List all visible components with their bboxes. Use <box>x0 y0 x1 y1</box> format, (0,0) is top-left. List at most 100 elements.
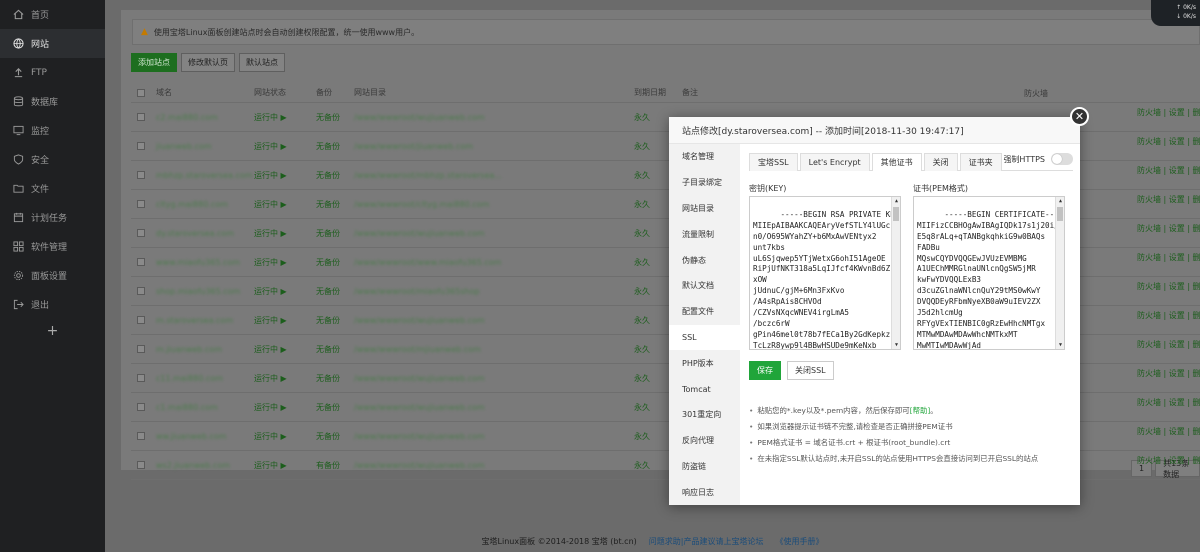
row-checkbox[interactable] <box>137 403 145 411</box>
row-checkbox[interactable] <box>137 287 145 295</box>
sidebar-item-7[interactable]: 计划任务 <box>0 203 105 232</box>
site-status-toggle[interactable]: 运行中 ▶ <box>254 170 316 181</box>
row-actions[interactable]: 防火墙 | 设置 | 删除 <box>1137 243 1200 272</box>
site-domain-link[interactable]: mbhzp.staroversea.com <box>156 171 254 180</box>
scroll-up-icon[interactable]: ▲ <box>1057 197 1064 205</box>
site-root-link[interactable]: /www/wwwroot/wujiuanweb.com <box>354 316 634 325</box>
row-checkbox[interactable] <box>137 345 145 353</box>
site-status-toggle[interactable]: 运行中 ▶ <box>254 402 316 413</box>
site-status-toggle[interactable]: 运行中 ▶ <box>254 460 316 471</box>
ssl-tab[interactable]: Let's Encrypt <box>799 153 870 171</box>
modal-menu-item[interactable]: 子目录绑定 <box>669 170 740 196</box>
ssl-tab[interactable]: 其他证书 <box>871 153 922 171</box>
row-checkbox[interactable] <box>137 258 145 266</box>
site-backup-link[interactable]: 无备份 <box>316 228 354 239</box>
key-textarea[interactable]: -----BEGIN RSA PRIVATE KEY----- MIIEpAIB… <box>749 196 901 350</box>
scroll-thumb[interactable] <box>893 207 899 221</box>
add-site-button[interactable]: 添加站点 <box>131 53 177 72</box>
site-domain-link[interactable]: dy.staroversea.com <box>156 229 254 238</box>
scroll-down-icon[interactable]: ▼ <box>1057 341 1064 349</box>
sidebar-item-4[interactable]: 监控 <box>0 116 105 145</box>
site-backup-link[interactable]: 无备份 <box>316 199 354 210</box>
site-backup-link[interactable]: 无备份 <box>316 373 354 384</box>
scroll-down-icon[interactable]: ▼ <box>893 341 900 349</box>
modal-menu-item[interactable]: 默认文档 <box>669 273 740 299</box>
sidebar-item-5[interactable]: 安全 <box>0 145 105 174</box>
row-actions[interactable]: 防火墙 | 设置 | 删除 <box>1137 301 1200 330</box>
footer-feedback-link[interactable]: 问题求助|产品建议请上宝塔论坛 <box>649 536 764 547</box>
sidebar-item-10[interactable]: 退出 <box>0 290 105 319</box>
row-actions[interactable]: 防火墙 | 设置 | 删除 <box>1137 214 1200 243</box>
row-checkbox[interactable] <box>137 432 145 440</box>
site-root-link[interactable]: /www/wwwroot/wujiuanweb.com <box>354 403 634 412</box>
site-status-toggle[interactable]: 运行中 ▶ <box>254 344 316 355</box>
modal-menu-item[interactable]: 网站目录 <box>669 196 740 222</box>
site-backup-link[interactable]: 无备份 <box>316 257 354 268</box>
row-actions[interactable]: 防火墙 | 设置 | 删除 <box>1137 446 1200 475</box>
modal-menu-item[interactable]: 配置文件 <box>669 299 740 325</box>
modal-menu-item[interactable]: 301重定向 <box>669 402 740 428</box>
site-root-link[interactable]: /www/wwwroot/wujiuanweb.com <box>354 113 634 122</box>
site-domain-link[interactable]: c1.mai880.com <box>156 403 254 412</box>
header-name[interactable]: 域名 <box>156 87 254 98</box>
row-actions[interactable]: 防火墙 | 设置 | 删除 <box>1137 156 1200 185</box>
scroll-thumb[interactable] <box>1057 207 1063 221</box>
site-status-toggle[interactable]: 运行中 ▶ <box>254 141 316 152</box>
row-actions[interactable]: 防火墙 | 设置 | 删除 <box>1137 330 1200 359</box>
modal-menu-item[interactable]: 流量限制 <box>669 221 740 247</box>
site-status-toggle[interactable]: 运行中 ▶ <box>254 286 316 297</box>
footer-manual-link[interactable]: 《使用手册》 <box>775 536 823 547</box>
help-link[interactable]: [帮助] <box>910 406 931 415</box>
sidebar-item-1[interactable]: 网站 <box>0 29 105 58</box>
modal-menu-item[interactable]: PHP版本 <box>669 350 740 376</box>
ssl-tab[interactable]: 宝塔SSL <box>749 153 798 171</box>
sidebar-item-3[interactable]: 数据库 <box>0 87 105 116</box>
site-domain-link[interactable]: shop.miaofu365.com <box>156 287 254 296</box>
site-backup-link[interactable]: 无备份 <box>316 431 354 442</box>
site-domain-link[interactable]: www.miaofu365.com <box>156 258 254 267</box>
site-status-toggle[interactable]: 运行中 ▶ <box>254 199 316 210</box>
site-status-toggle[interactable]: 运行中 ▶ <box>254 315 316 326</box>
scroll-up-icon[interactable]: ▲ <box>893 197 900 205</box>
site-status-toggle[interactable]: 运行中 ▶ <box>254 257 316 268</box>
row-checkbox[interactable] <box>137 171 145 179</box>
row-actions[interactable]: 防火墙 | 设置 | 删除 <box>1137 185 1200 214</box>
site-backup-link[interactable]: 无备份 <box>316 344 354 355</box>
site-domain-link[interactable]: c2.mai880.com <box>156 113 254 122</box>
sidebar-item-6[interactable]: 文件 <box>0 174 105 203</box>
site-backup-link[interactable]: 无备份 <box>316 286 354 297</box>
site-domain-link[interactable]: c11.mai880.com <box>156 374 254 383</box>
site-root-link[interactable]: /www/wwwroot/www.miaofu365.com <box>354 258 634 267</box>
row-actions[interactable]: 防火墙 | 设置 | 删除 <box>1137 127 1200 156</box>
default-site-button[interactable]: 默认站点 <box>239 53 285 72</box>
row-actions[interactable]: 防火墙 | 设置 | 删除 <box>1137 388 1200 417</box>
site-status-toggle[interactable]: 运行中 ▶ <box>254 373 316 384</box>
site-status-toggle[interactable]: 运行中 ▶ <box>254 228 316 239</box>
force-https-toggle[interactable] <box>1051 153 1073 165</box>
site-status-toggle[interactable]: 运行中 ▶ <box>254 112 316 123</box>
ssl-tab[interactable]: 证书夹 <box>959 153 1002 171</box>
site-status-toggle[interactable]: 运行中 ▶ <box>254 431 316 442</box>
row-checkbox[interactable] <box>137 374 145 382</box>
header-expire[interactable]: 到期日期 <box>634 87 682 98</box>
site-domain-link[interactable]: ws2.jiuanweb.com <box>156 461 254 470</box>
site-root-link[interactable]: /www/wwwroot/mjiuanweb.com <box>354 345 634 354</box>
cert-textarea[interactable]: -----BEGIN CERTIFICATE----- MIIFizCCBHOg… <box>913 196 1065 350</box>
site-backup-link[interactable]: 无备份 <box>316 315 354 326</box>
select-all-checkbox[interactable] <box>137 88 145 97</box>
site-domain-link[interactable]: ww.jiuanweb.com <box>156 432 254 441</box>
save-button[interactable]: 保存 <box>749 361 781 380</box>
site-root-link[interactable]: /www/wwwroot/cltyg.mai880.com <box>354 200 634 209</box>
site-root-link[interactable]: /www/wwwroot/wujiuanweb.com <box>354 374 634 383</box>
sidebar-item-8[interactable]: 软件管理 <box>0 232 105 261</box>
row-actions[interactable]: 防火墙 | 设置 | 删除 <box>1137 272 1200 301</box>
site-root-link[interactable]: /www/wwwroot/wujiuanweb.com <box>354 432 634 441</box>
sidebar-item-9[interactable]: 面板设置 <box>0 261 105 290</box>
site-backup-link[interactable]: 无备份 <box>316 170 354 181</box>
row-checkbox[interactable] <box>137 229 145 237</box>
row-actions[interactable]: 防火墙 | 设置 | 删除 <box>1137 359 1200 388</box>
row-checkbox[interactable] <box>137 113 145 121</box>
sidebar-item-2[interactable]: FTP <box>0 58 105 87</box>
row-checkbox[interactable] <box>137 200 145 208</box>
site-domain-link[interactable]: cltyg.mai880.com <box>156 200 254 209</box>
